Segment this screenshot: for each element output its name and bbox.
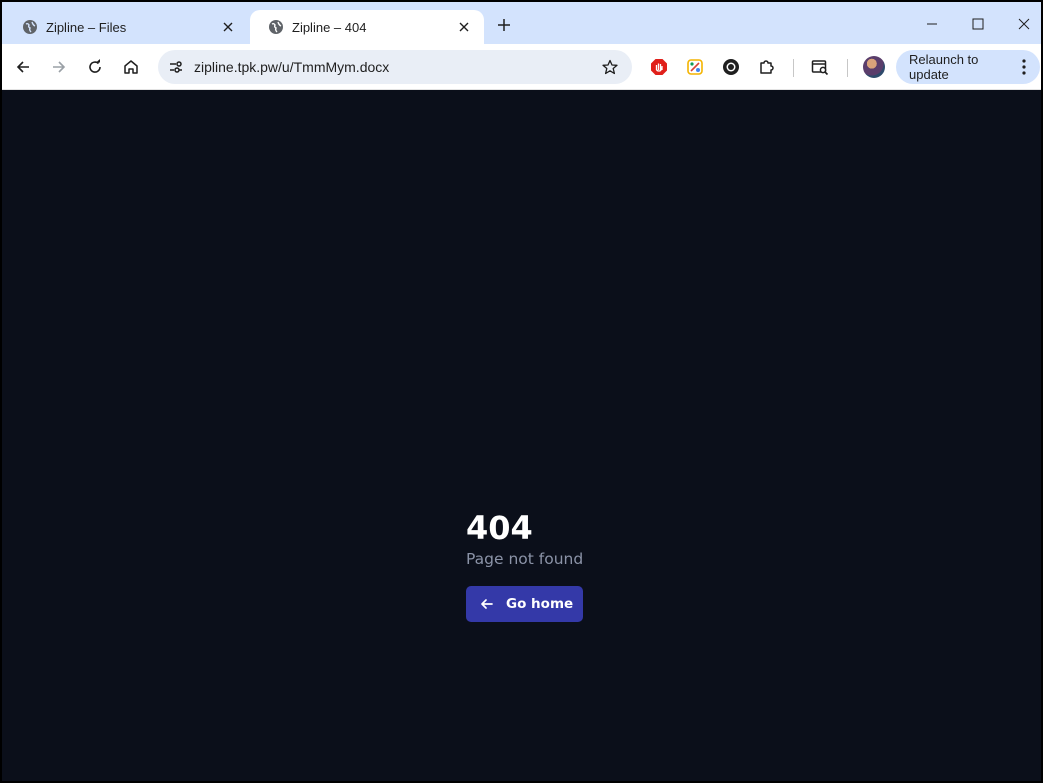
close-tab-icon[interactable] (216, 15, 240, 39)
error-code: 404 (466, 509, 533, 547)
home-button[interactable] (115, 51, 147, 83)
tab-strip: Zipline – Files Zipline – 404 (2, 2, 1041, 44)
error-message: Page not found (466, 550, 584, 568)
page-content: 404 Page not found Go home (2, 91, 1041, 781)
tab-title: Zipline – 404 (292, 19, 367, 35)
browser-window: Zipline – Files Zipline – 404 zipline.tp… (0, 0, 1043, 783)
relaunch-button[interactable]: Relaunch to update (896, 50, 1040, 84)
forward-button[interactable] (43, 51, 75, 83)
adblock-extension-icon[interactable] (643, 51, 675, 83)
color-picker-extension-icon[interactable] (679, 51, 711, 83)
bookmark-star-icon[interactable] (596, 53, 624, 81)
go-home-label: Go home (506, 596, 574, 612)
new-tab-button[interactable] (490, 11, 518, 39)
minimize-button[interactable] (909, 8, 955, 40)
error-panel: 404 Page not found Go home (466, 509, 583, 622)
reload-button[interactable] (79, 51, 111, 83)
address-url[interactable]: zipline.tpk.pw/u/TmmMym.docx (194, 59, 389, 75)
close-window-button[interactable] (1001, 8, 1041, 40)
address-bar[interactable]: zipline.tpk.pw/u/TmmMym.docx (158, 50, 632, 84)
tab-zipline-404[interactable]: Zipline – 404 (250, 10, 484, 44)
more-menu-icon[interactable] (1014, 59, 1034, 75)
go-home-button[interactable]: Go home (466, 586, 583, 622)
tab-title: Zipline – Files (46, 19, 127, 35)
globe-icon (268, 19, 284, 35)
close-tab-icon[interactable] (452, 15, 476, 39)
maximize-button[interactable] (955, 8, 1001, 40)
toolbar-divider (847, 59, 848, 77)
globe-icon (22, 19, 38, 35)
sun-extension-icon[interactable] (715, 51, 747, 83)
extensions-puzzle-icon[interactable] (751, 51, 783, 83)
relaunch-label: Relaunch to update (909, 52, 979, 82)
arrow-left-icon (480, 597, 494, 611)
toolbar-divider (793, 59, 794, 77)
profile-avatar[interactable] (863, 56, 885, 78)
site-info-icon[interactable] (162, 53, 190, 81)
tab-zipline-files[interactable]: Zipline – Files (4, 10, 248, 44)
tab-search-icon[interactable] (804, 51, 836, 83)
browser-toolbar: zipline.tpk.pw/u/TmmMym.docx Relaunch to… (2, 44, 1041, 90)
back-button[interactable] (7, 51, 39, 83)
